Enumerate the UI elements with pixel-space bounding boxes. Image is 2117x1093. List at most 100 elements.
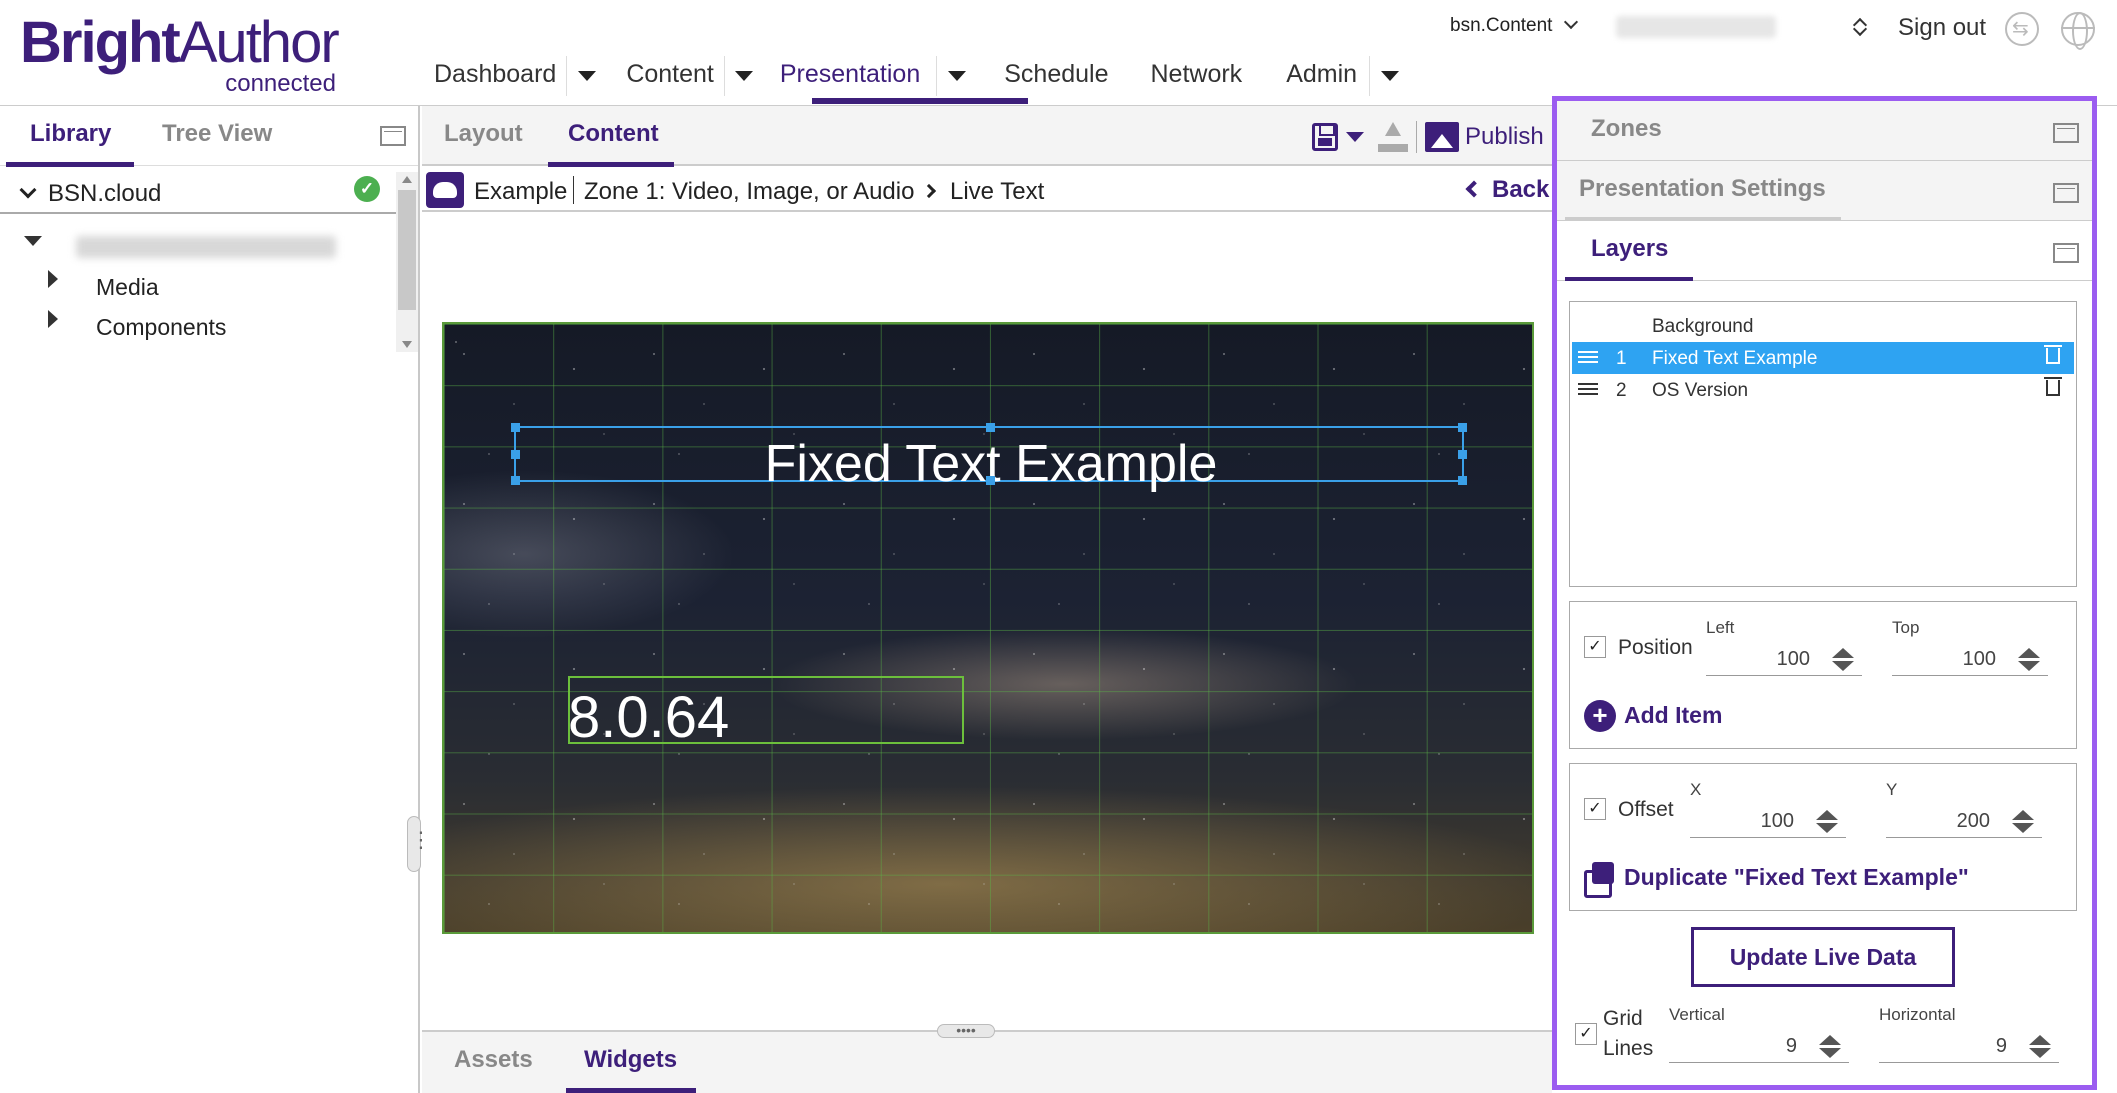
- tab-library[interactable]: Library: [30, 120, 111, 148]
- resize-handle[interactable]: [511, 476, 520, 485]
- breadcrumb-presentation[interactable]: Example: [474, 178, 567, 206]
- maximize-icon[interactable]: [2053, 183, 2079, 203]
- network-select[interactable]: bsn.Content: [1450, 14, 1579, 37]
- tab-tree-view[interactable]: Tree View: [162, 120, 272, 148]
- nav-dashboard-caret[interactable]: [566, 56, 606, 96]
- maximize-icon[interactable]: [2053, 123, 2079, 143]
- duplicate-button[interactable]: Duplicate "Fixed Text Example": [1624, 864, 1969, 891]
- maximize-icon[interactable]: [380, 126, 406, 146]
- sign-out-link[interactable]: Sign out: [1898, 14, 1986, 42]
- add-item-button[interactable]: Add Item: [1624, 702, 1722, 729]
- resize-handle[interactable]: [1458, 450, 1467, 459]
- spinner-icon[interactable]: [2029, 1035, 2051, 1059]
- layer-background[interactable]: Background: [1572, 310, 2074, 342]
- grid-lines-checkbox[interactable]: ✓: [1575, 1023, 1597, 1045]
- caret-right-icon[interactable]: [48, 310, 58, 328]
- resize-handle[interactable]: [511, 450, 520, 459]
- text-item-fixed-text[interactable]: Fixed Text Example: [511, 423, 1467, 493]
- horizontal-input[interactable]: 9: [1879, 1029, 2059, 1063]
- resize-handle[interactable]: [986, 476, 995, 485]
- tree-root-row[interactable]: BSN.cloud ✓: [0, 172, 398, 214]
- nav-admin[interactable]: Admin: [1286, 52, 1357, 104]
- tree-item-components[interactable]: Components: [96, 314, 226, 341]
- grid-label-line1: Grid: [1603, 1007, 1643, 1030]
- position-checkbox[interactable]: ✓: [1584, 636, 1606, 658]
- update-live-data-button[interactable]: Update Live Data: [1691, 927, 1955, 987]
- nav-presentation-caret[interactable]: [936, 56, 976, 96]
- asset-tabs: •••• Assets Widgets: [422, 1023, 1552, 1093]
- nav-presentation[interactable]: Presentation: [780, 52, 920, 104]
- globe-icon[interactable]: [2061, 12, 2095, 50]
- caret-down-icon[interactable]: [24, 236, 42, 246]
- scroll-thumb[interactable]: [398, 190, 416, 310]
- spinner-icon[interactable]: [1816, 810, 1838, 834]
- tab-active-indicator: [548, 162, 674, 167]
- spinner-icon[interactable]: [2018, 648, 2040, 672]
- bottom-drag-handle[interactable]: ••••: [937, 1023, 995, 1038]
- tab-content[interactable]: Content: [568, 120, 659, 148]
- left-input[interactable]: 100: [1706, 642, 1862, 676]
- nav-schedule[interactable]: Schedule: [1004, 52, 1108, 104]
- nav-admin-caret[interactable]: [1369, 56, 1409, 96]
- drag-handle-icon[interactable]: [1578, 351, 1598, 365]
- caret-down-icon: [947, 71, 966, 81]
- scroll-up-icon[interactable]: [402, 176, 412, 183]
- spinner-icon[interactable]: [2012, 810, 2034, 834]
- back-button[interactable]: Back: [1465, 176, 1550, 204]
- duplicate-icon[interactable]: [1584, 862, 1616, 898]
- caret-right-icon[interactable]: [48, 270, 58, 288]
- back-label: Back: [1492, 176, 1550, 203]
- brightauthor-logo[interactable]: BrightAuthor connected: [20, 8, 340, 98]
- tree-folder-redacted[interactable]: [76, 236, 336, 258]
- maximize-icon[interactable]: [2053, 243, 2079, 263]
- nav-dashboard[interactable]: Dashboard: [434, 52, 556, 104]
- layer-row-2[interactable]: 2 OS Version: [1572, 374, 2074, 406]
- section-presentation-settings[interactable]: Presentation Settings: [1557, 161, 2092, 221]
- zone-preview-canvas[interactable]: Fixed Text Example 8.0.64: [442, 322, 1534, 934]
- layer-row-1[interactable]: 1 Fixed Text Example: [1572, 342, 2074, 374]
- sort-updown-icon[interactable]: [1850, 14, 1870, 40]
- section-zones[interactable]: Zones: [1557, 101, 2092, 161]
- resize-handle[interactable]: [1458, 423, 1467, 432]
- tab-assets[interactable]: Assets: [454, 1046, 533, 1074]
- drag-handle-icon[interactable]: [1578, 383, 1598, 397]
- scroll-down-icon[interactable]: [402, 341, 412, 348]
- y-input[interactable]: 200: [1886, 804, 2042, 838]
- publish-icon[interactable]: [1425, 122, 1459, 152]
- save-icon[interactable]: [1312, 123, 1338, 151]
- caret-down-icon: [735, 71, 754, 81]
- offset-checkbox[interactable]: ✓: [1584, 798, 1606, 820]
- nav-content-caret[interactable]: [723, 56, 764, 96]
- tab-widgets[interactable]: Widgets: [584, 1046, 677, 1074]
- add-icon[interactable]: +: [1584, 700, 1616, 732]
- trash-icon[interactable]: [2044, 345, 2062, 364]
- top-value: 100: [1962, 648, 1996, 670]
- user-account-redacted[interactable]: [1616, 16, 1776, 38]
- spinner-icon[interactable]: [1832, 648, 1854, 672]
- library-tabs: Library Tree View: [0, 106, 418, 167]
- trash-icon[interactable]: [2044, 377, 2062, 396]
- resize-handle[interactable]: [511, 423, 520, 432]
- upload-icon[interactable]: [1378, 122, 1408, 152]
- cloud-icon[interactable]: [426, 172, 464, 208]
- resize-handle[interactable]: [986, 423, 995, 432]
- breadcrumb-zone[interactable]: Zone 1: Video, Image, or Audio: [584, 178, 914, 206]
- vertical-input[interactable]: 9: [1669, 1029, 1849, 1063]
- tree-scrollbar[interactable]: [396, 172, 418, 352]
- chevron-down-icon[interactable]: [19, 181, 37, 199]
- publish-button[interactable]: Publish: [1465, 123, 1544, 151]
- save-options-caret-icon[interactable]: [1346, 132, 1364, 142]
- section-layers[interactable]: Layers: [1557, 221, 2092, 281]
- left-splitter-handle[interactable]: [407, 816, 432, 872]
- tab-layout[interactable]: Layout: [444, 120, 523, 148]
- section-layers-title: Layers: [1591, 235, 1669, 262]
- text-item-os-version[interactable]: 8.0.64: [568, 676, 964, 750]
- switch-icon[interactable]: [2005, 12, 2039, 46]
- x-input[interactable]: 100: [1690, 804, 1846, 838]
- nav-content[interactable]: Content: [626, 52, 714, 104]
- top-input[interactable]: 100: [1892, 642, 2048, 676]
- spinner-icon[interactable]: [1819, 1035, 1841, 1059]
- resize-handle[interactable]: [1458, 476, 1467, 485]
- nav-network[interactable]: Network: [1151, 52, 1243, 104]
- tree-item-media[interactable]: Media: [96, 274, 159, 301]
